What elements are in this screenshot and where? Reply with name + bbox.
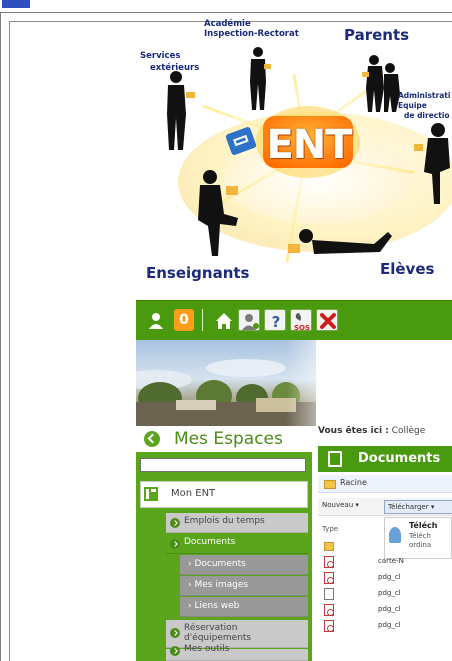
mes-espaces-sidebar: Mes Espaces Mon ENT Emplois du temps Doc… (136, 426, 312, 661)
new-button[interactable]: Nouveau ▾ (322, 501, 359, 509)
breadcrumb-label: Vous êtes ici : (318, 426, 389, 436)
documents-panel: Vous êtes ici : Collège Documents Racine… (312, 426, 452, 661)
notification-badge[interactable]: 0 (174, 309, 194, 331)
file-name: pdg_cl (378, 573, 401, 581)
file-row[interactable] (318, 538, 452, 553)
file-name: pdg_cl (378, 621, 401, 629)
close-icon[interactable] (316, 309, 338, 331)
enseignants-label: Enseignants (146, 264, 250, 282)
layout-icon (144, 487, 158, 501)
breadcrumb-current[interactable]: Collège (392, 426, 426, 436)
services-label: Services (140, 51, 181, 61)
school-banner (136, 340, 452, 426)
sidebar-item-mon-ent[interactable]: Mon ENT (140, 481, 308, 508)
sidebar-item-label: Documents (184, 537, 236, 547)
mes-espaces-title: Mes Espaces (174, 429, 283, 449)
toolbar-divider (202, 309, 203, 331)
sidebar-subitem-label: › Mes images (188, 580, 249, 590)
tooltip-title: Téléch (409, 521, 438, 530)
document-icon (328, 451, 342, 467)
sidebar-subitem-label: › Documents (188, 559, 246, 569)
sidebar-subitem-documents[interactable]: › Documents (180, 555, 308, 575)
banner-fade (286, 340, 346, 426)
sidebar-item-mes-outils[interactable]: Mes outils (166, 644, 308, 661)
arrow-right-icon (170, 646, 180, 656)
sidebar-item-documents[interactable]: Documents (166, 534, 308, 554)
academie-label: Académie (204, 19, 251, 29)
svg-text:?: ? (272, 313, 281, 331)
administration-person-icon (414, 123, 450, 204)
arrow-right-icon (170, 628, 180, 638)
exterieurs-label: extérieurs (150, 63, 200, 73)
root-folder-row[interactable]: Racine (318, 475, 452, 493)
arrow-right-icon (170, 518, 180, 528)
file-row[interactable]: pdg_cl (318, 618, 452, 633)
sos-icon[interactable]: SOS (290, 309, 312, 332)
mes-espaces-header: Mes Espaces (136, 426, 312, 452)
documents-title: Documents (358, 451, 441, 466)
file-row[interactable]: pdg_cl (318, 586, 452, 601)
help-icon[interactable]: ? (264, 309, 286, 331)
sidebar-item-label: Emplois du temps (184, 516, 265, 526)
enseignant-person-icon (198, 170, 238, 256)
type-column-header: Type (322, 525, 339, 533)
breadcrumb: Vous êtes ici : Collège (318, 426, 425, 436)
documents-button-bar: Nouveau ▾ Télécharger ▾ (318, 498, 452, 516)
documents-header: Documents (318, 446, 452, 472)
sidebar-item-emplois[interactable]: Emplois du temps (166, 513, 308, 533)
sidebar-subitem-liens-web[interactable]: › Liens web (180, 597, 308, 617)
sidebar-search-input[interactable] (140, 458, 306, 472)
svg-text:SOS: SOS (294, 324, 310, 332)
sidebar-subitem-label: › Liens web (188, 601, 240, 611)
ent-logo-text: ENT (266, 122, 352, 168)
users-icon[interactable] (144, 309, 166, 331)
file-name: pdg_cl (378, 589, 401, 597)
profile-icon[interactable] (238, 309, 260, 331)
ent-illustration: ENT Académie Inspection-Rectorat Parents… (128, 2, 452, 290)
academie-person-icon (250, 47, 271, 110)
sidebar-item-label: Mon ENT (171, 488, 216, 499)
root-folder-label: Racine (340, 478, 367, 487)
eleve-person-icon (288, 229, 392, 254)
eleves-label: Elèves (380, 260, 435, 278)
pdf-file-icon (324, 604, 334, 616)
pdf-file-icon (324, 572, 334, 584)
pdf-file-icon (324, 556, 334, 568)
pdf-file-icon (324, 620, 334, 632)
padlock-icon (225, 127, 257, 155)
arrow-right-icon (170, 539, 180, 549)
sidebar-item-label: Réservation d'équipements (184, 623, 252, 644)
sidebar-menu: Mon ENT Emplois du temps Documents › Doc… (136, 452, 312, 661)
sidebar-item-label: Mes outils (184, 644, 230, 654)
document-file-icon (324, 588, 334, 600)
folder-icon (324, 480, 336, 489)
folder-icon (324, 542, 334, 551)
ent-toolbar: 0 ? SOS (136, 300, 452, 340)
sidebar-subitem-mes-images[interactable]: › Mes images (180, 576, 308, 596)
equipe-label: Equipe (398, 101, 427, 110)
file-row[interactable]: pdg_cl (318, 570, 452, 585)
page: ENT Académie Inspection-Rectorat Parents… (0, 0, 452, 661)
administration-label: Administrati (398, 91, 451, 100)
top-link[interactable] (2, 0, 30, 8)
download-button[interactable]: Télécharger ▾ (384, 500, 452, 514)
file-row[interactable]: pdg_cl (318, 602, 452, 617)
chevron-left-icon[interactable] (144, 431, 160, 447)
home-icon[interactable] (212, 309, 234, 331)
file-name: carte-N (378, 557, 404, 565)
parents-label: Parents (344, 26, 410, 44)
direction-label: de directio (404, 111, 450, 120)
file-name: pdg_cl (378, 605, 401, 613)
services-person-icon (167, 71, 195, 150)
inspection-label: Inspection-Rectorat (204, 29, 299, 39)
file-row[interactable]: carte-N (318, 554, 452, 569)
